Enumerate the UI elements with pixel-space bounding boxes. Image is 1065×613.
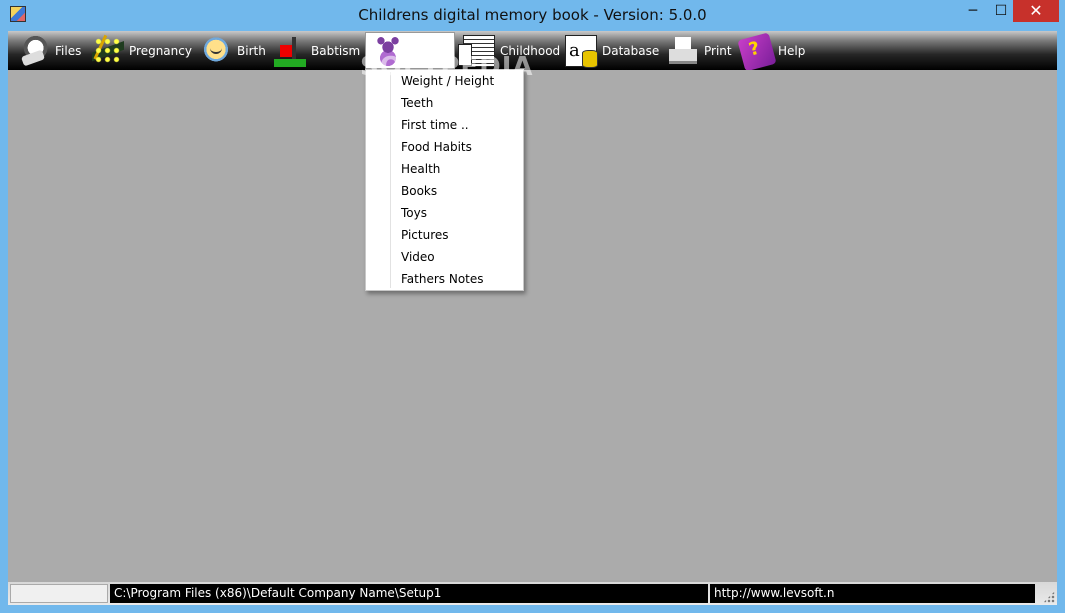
dropdown-item-first-time[interactable]: First time .. xyxy=(401,114,469,136)
close-button[interactable]: ✕ xyxy=(1013,0,1059,22)
database-icon xyxy=(565,35,598,68)
menu-birth[interactable]: Birth xyxy=(200,33,266,69)
dropdown-item-books[interactable]: Books xyxy=(401,180,437,202)
menu-print-label: Print xyxy=(704,44,732,58)
early-childhood-dropdown: Weight / Height Teeth First time .. Food… xyxy=(365,69,524,291)
menu-help-label: Help xyxy=(778,44,806,58)
church-icon xyxy=(274,35,306,67)
menu-pregnancy[interactable]: Pregnancy xyxy=(92,33,192,69)
menu-database-label: Database xyxy=(602,44,660,58)
help-book-icon xyxy=(737,32,777,72)
dropdown-item-health[interactable]: Health xyxy=(401,158,440,180)
status-path: C:\Program Files (x86)\Default Company N… xyxy=(110,584,708,603)
resize-grip[interactable] xyxy=(1043,591,1055,603)
files-icon xyxy=(18,35,50,67)
menu-babtism-label: Babtism xyxy=(311,44,361,58)
menu-print[interactable]: Print xyxy=(667,33,732,69)
menu-files[interactable]: Files xyxy=(18,33,81,69)
dropdown-item-fathers-notes[interactable]: Fathers Notes xyxy=(401,268,484,290)
dropdown-item-pictures[interactable]: Pictures xyxy=(401,224,449,246)
printer-icon xyxy=(667,35,699,67)
status-panel-empty xyxy=(10,584,108,603)
pregnancy-icon xyxy=(92,35,124,67)
status-panel-right xyxy=(835,584,1035,603)
dropdown-item-video[interactable]: Video xyxy=(401,246,435,268)
menu-pregnancy-label: Pregnancy xyxy=(129,44,192,58)
menu-babtism[interactable]: Babtism xyxy=(274,33,360,69)
main-client-area xyxy=(8,70,1057,582)
dropdown-item-teeth[interactable]: Teeth xyxy=(401,92,433,114)
menu-database[interactable]: Database xyxy=(565,33,659,69)
menu-help[interactable]: Help xyxy=(737,32,806,72)
watermark: SOFTPEDIA xyxy=(360,52,534,82)
dropdown-item-toys[interactable]: Toys xyxy=(401,202,427,224)
status-bar: C:\Program Files (x86)\Default Company N… xyxy=(8,582,1057,605)
dropdown-item-food-habits[interactable]: Food Habits xyxy=(401,136,472,158)
baby-face-icon xyxy=(200,35,232,67)
status-url: http://www.levsoft.no xyxy=(710,584,835,603)
menu-files-label: Files xyxy=(55,44,82,58)
minimize-button[interactable]: ─ xyxy=(958,0,988,22)
window-title: Childrens digital memory book - Version:… xyxy=(358,6,707,24)
maximize-button[interactable]: ☐ xyxy=(986,0,1016,22)
menu-birth-label: Birth xyxy=(237,44,266,58)
title-bar: Childrens digital memory book - Version:… xyxy=(0,0,1065,30)
